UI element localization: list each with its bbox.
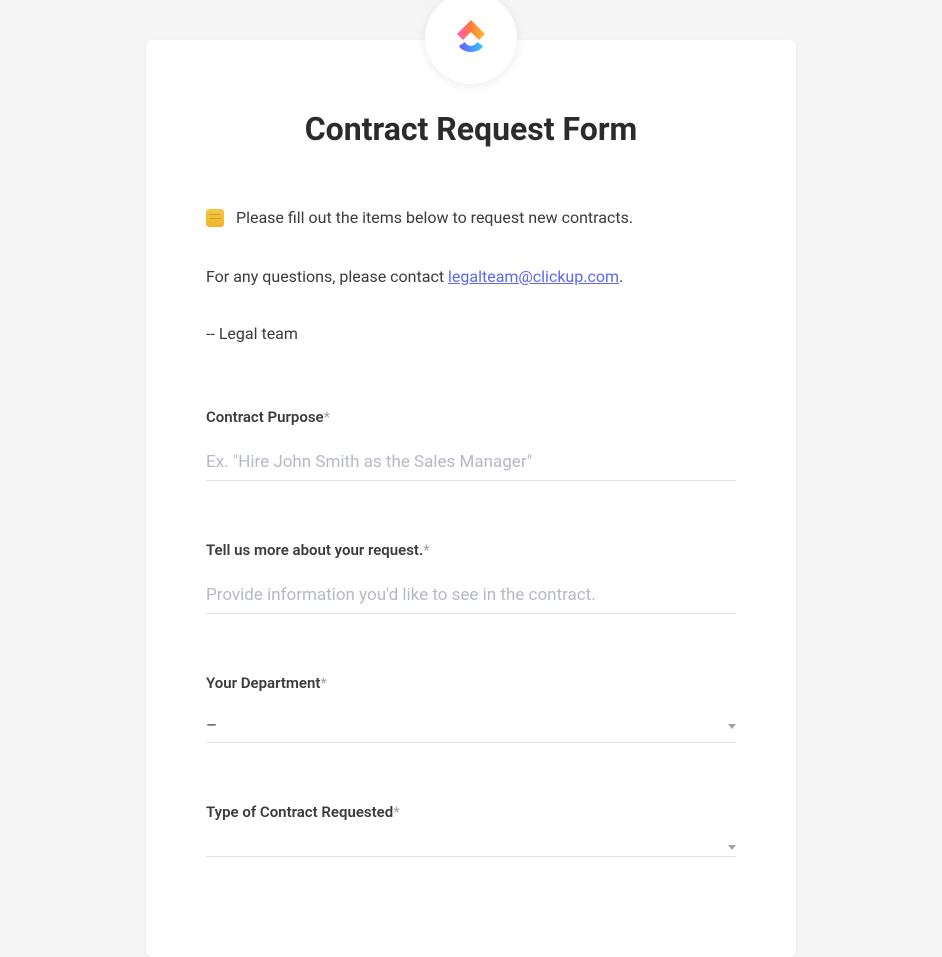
logo-badge [425, 0, 517, 84]
more-input[interactable] [206, 577, 736, 614]
contact-suffix: . [619, 267, 623, 286]
contract-type-select[interactable] [206, 839, 736, 857]
contact-email-link[interactable]: legalteam@clickup.com [448, 267, 619, 286]
intro-line: Please fill out the items below to reque… [206, 208, 736, 227]
department-label: Your Department* [206, 674, 736, 692]
notepad-icon [206, 209, 224, 227]
field-contract-purpose: Contract Purpose* [206, 408, 736, 481]
field-department: Your Department* – [206, 674, 736, 743]
chevron-down-icon [728, 845, 736, 850]
contact-prefix: For any questions, please contact [206, 267, 448, 286]
department-select[interactable]: – [206, 710, 736, 743]
form-card: Contract Request Form Please fill out th… [146, 40, 796, 957]
more-label: Tell us more about your request.* [206, 541, 736, 559]
intro-text: Please fill out the items below to reque… [236, 208, 633, 227]
chevron-down-icon [728, 724, 736, 729]
purpose-input[interactable] [206, 444, 736, 481]
department-value: – [206, 716, 217, 736]
field-contract-type: Type of Contract Requested* [206, 803, 736, 857]
signature-text: -- Legal team [206, 324, 736, 343]
purpose-label: Contract Purpose* [206, 408, 736, 426]
contract-type-label: Type of Contract Requested* [206, 803, 736, 821]
form-title: Contract Request Form [206, 110, 736, 148]
contact-line: For any questions, please contact legalt… [206, 267, 736, 286]
clickup-logo-icon [449, 16, 493, 60]
field-tell-us-more: Tell us more about your request.* [206, 541, 736, 614]
